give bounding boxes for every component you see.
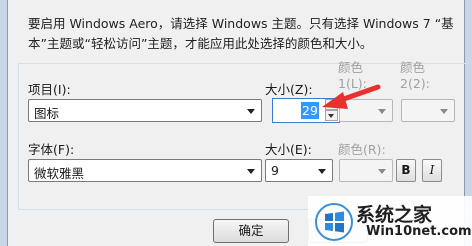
watermark-url: Win10net.com bbox=[366, 224, 472, 239]
windows-logo-icon bbox=[315, 203, 353, 241]
watermark: 系统之家 Win10net.com bbox=[308, 196, 472, 246]
watermark-title: 系统之家 bbox=[356, 204, 433, 226]
